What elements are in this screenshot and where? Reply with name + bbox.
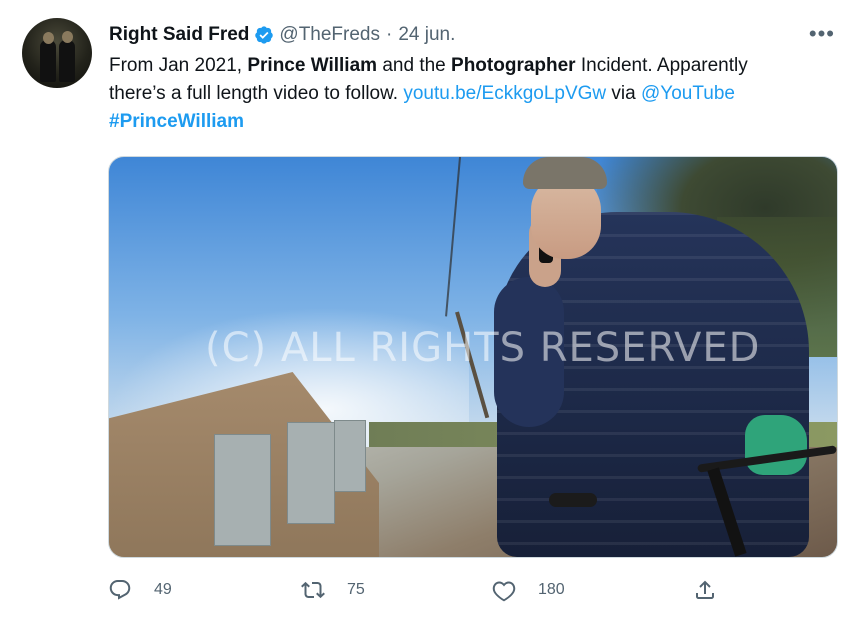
text-segment: Incident. Apparently [575, 55, 748, 76]
tweet-text: From Jan 2021, Prince William and the Ph… [109, 52, 849, 136]
media-person-cap [523, 157, 607, 189]
media-wire [445, 157, 461, 317]
tweet-header: Right Said Fred @TheFreds · 24 jun. [109, 22, 455, 48]
reply-button[interactable]: 49 [108, 574, 172, 606]
reply-icon [109, 580, 131, 600]
avatar-figure-left [40, 40, 56, 82]
avatar-figure-right [59, 40, 75, 82]
avatar-head-left [43, 32, 54, 44]
tweet-date[interactable]: 24 jun. [398, 24, 455, 46]
author-name[interactable]: Right Said Fred [109, 24, 249, 46]
media-bike-seat [549, 493, 597, 507]
hashtag-link[interactable]: #PrinceWilliam [109, 111, 244, 132]
tweet-text-line-3: #PrinceWilliam [109, 108, 849, 136]
tweet-actions: 49 75 180 [108, 574, 728, 606]
retweet-count: 75 [347, 581, 365, 598]
header-separator: · [386, 24, 393, 45]
text-segment: via [606, 83, 641, 104]
text-bold-prince-william: Prince William [247, 55, 378, 76]
more-dots-icon[interactable]: ••• [809, 23, 835, 45]
media-person-glove [745, 415, 807, 475]
youtube-url-link[interactable]: youtu.be/EckkgoLpVGw [403, 83, 606, 104]
tweet-media-image[interactable]: (C) ALL RIGHTS RESERVED [108, 156, 838, 558]
youtube-mention-link[interactable]: @YouTube [641, 83, 735, 104]
media-barn-door [334, 420, 366, 492]
share-icon [696, 580, 714, 599]
author-handle[interactable]: @TheFreds [279, 24, 380, 46]
like-button[interactable]: 180 [492, 574, 565, 606]
text-segment: there’s a full length video to follow. [109, 83, 404, 104]
heart-icon [492, 581, 516, 602]
reply-count: 49 [154, 581, 172, 598]
media-watermark: (C) ALL RIGHTS RESERVED [205, 325, 761, 371]
retweet-button[interactable]: 75 [301, 574, 365, 606]
tweet-text-line-2: there’s a full length video to follow. y… [109, 80, 849, 108]
author-avatar[interactable] [22, 18, 92, 88]
share-button[interactable] [693, 574, 717, 606]
tweet-card[interactable]: Right Said Fred @TheFreds · 24 jun. ••• … [0, 0, 861, 620]
tweet-text-line-1: From Jan 2021, Prince William and the Ph… [109, 52, 849, 80]
media-barn-door [287, 422, 335, 524]
avatar-head-right [62, 31, 73, 43]
text-segment: From Jan 2021, [109, 55, 248, 76]
media-barn-door [214, 434, 271, 546]
text-segment: and the [377, 55, 452, 76]
like-count: 180 [538, 581, 565, 598]
text-bold-photographer: Photographer [451, 55, 576, 76]
retweet-icon [301, 581, 325, 599]
verified-badge-icon [254, 25, 274, 45]
